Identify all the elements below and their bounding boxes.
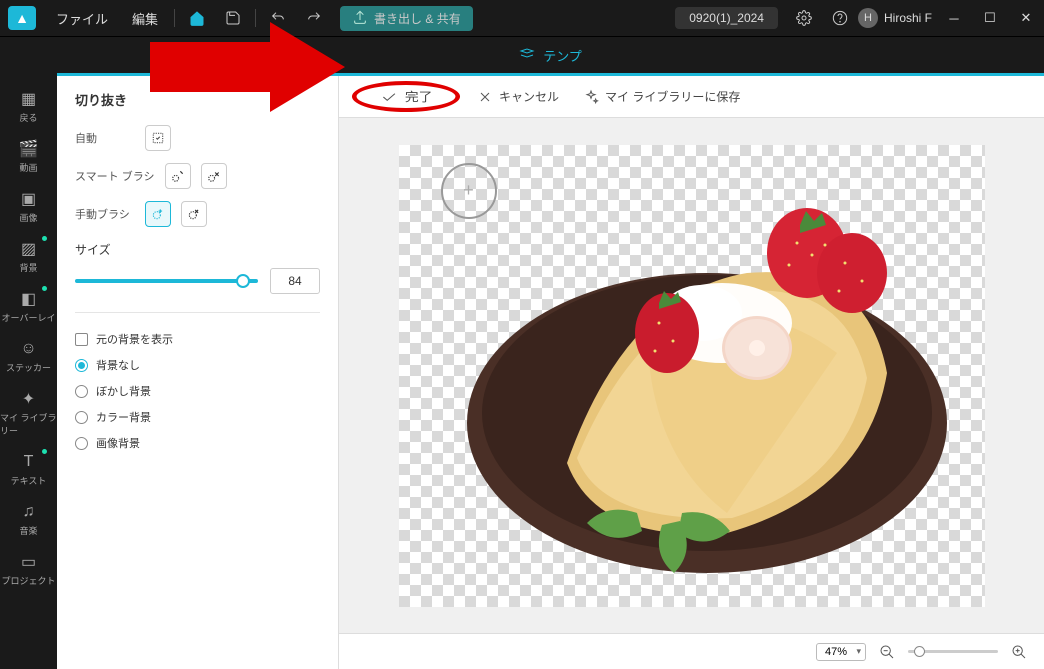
radio-icon [75,385,88,398]
save-to-library-button[interactable]: マイ ライブラリーに保存 [583,88,740,105]
rail-overlay[interactable]: ◧オーバーレイ [0,282,57,332]
rail-project[interactable]: ▭プロジェクト [0,545,57,595]
redo-icon[interactable] [296,0,332,36]
opt-blur-bg[interactable]: ぼかし背景 [75,383,320,399]
divider [75,312,320,313]
export-button[interactable]: 書き出し & 共有 [340,6,473,31]
help-icon[interactable] [822,0,858,36]
minimize-icon[interactable]: ─ [936,0,972,36]
rail-back[interactable]: ▦戻る [0,82,57,132]
sparkle-icon: ✦ [20,390,38,408]
opt-color-bg[interactable]: カラー背景 [75,409,320,425]
canvas-viewport[interactable]: + [339,118,1044,633]
close-icon [477,89,493,105]
rail-video[interactable]: 🎬動画 [0,132,57,182]
save-icon[interactable] [215,0,251,36]
undo-icon[interactable] [260,0,296,36]
check-icon [380,89,398,105]
zoom-select[interactable]: 47% [816,643,866,661]
avatar: H [858,8,878,28]
rail-library[interactable]: ✦マイ ライブラリー [0,382,57,445]
document-name[interactable]: 0920(1)_2024 [675,7,778,29]
canvas-toolbar: 完了 キャンセル マイ ライブラリーに保存 [339,76,1044,118]
opt-image-bg[interactable]: 画像背景 [75,435,320,451]
opt-no-bg[interactable]: 背景なし [75,357,320,373]
maximize-icon[interactable]: ☐ [972,0,1008,36]
user-menu[interactable]: H Hiroshi F [858,8,932,28]
size-label: サイズ [75,243,111,257]
canvas-checkerboard: + [399,145,985,607]
auto-cutout-button[interactable] [145,125,171,151]
video-icon: 🎬 [20,140,38,158]
divider [174,9,175,27]
rail-background[interactable]: ▨背景 [0,232,57,282]
smart-brush-remove[interactable] [201,163,227,189]
auto-label: 自動 [75,130,135,146]
opt-show-original[interactable]: 元の背景を表示 [75,331,320,347]
sparkle-icon [583,89,599,105]
radio-icon [75,411,88,424]
manual-brush-add[interactable] [145,201,171,227]
rail-image[interactable]: ▣画像 [0,182,57,232]
zoom-out-icon[interactable] [876,641,898,663]
user-name: Hiroshi F [884,11,932,25]
rail-music[interactable]: ♫音楽 [0,495,57,545]
zoom-slider[interactable] [908,650,998,653]
text-icon: T [20,453,38,471]
tab-template-label: テンプ [543,46,582,65]
grid-icon: ▦ [20,90,38,108]
settings-icon[interactable] [786,0,822,36]
sticker-icon: ☺ [20,340,38,358]
cutout-image [447,173,957,583]
home-icon[interactable] [179,0,215,36]
manual-brush-label: 手動ブラシ [75,206,135,222]
divider [255,9,256,27]
rail-sticker[interactable]: ☺ステッカー [0,332,57,382]
export-label: 書き出し & 共有 [374,10,461,27]
size-slider[interactable] [75,279,258,283]
size-value[interactable]: 84 [270,268,320,294]
menu-edit[interactable]: 編集 [120,9,170,28]
cancel-button[interactable]: キャンセル [477,88,559,105]
smart-brush-label: スマート ブラシ [75,168,155,184]
music-icon: ♫ [20,503,38,521]
radio-icon [75,437,88,450]
image-icon: ▣ [20,190,38,208]
bg-icon: ▨ [20,240,38,258]
checkbox-icon [75,333,88,346]
rail-text[interactable]: Tテキスト [0,445,57,495]
overlay-icon: ◧ [20,290,38,308]
radio-icon [75,359,88,372]
panel-title: 切り抜き [75,90,320,109]
smart-brush-add[interactable] [165,163,191,189]
close-icon[interactable]: ✕ [1008,0,1044,36]
left-rail: ▦戻る 🎬動画 ▣画像 ▨背景 ◧オーバーレイ ☺ステッカー ✦マイ ライブラリ… [0,76,57,669]
manual-brush-remove[interactable] [181,201,207,227]
tab-template[interactable]: テンプ [57,37,1044,76]
app-logo[interactable]: ▲ [8,6,36,30]
menu-file[interactable]: ファイル [44,9,120,28]
cutout-panel: 切り抜き 自動 スマート ブラシ 手動ブラシ サイズ 84 元の背景を表示 背景… [57,76,339,669]
zoom-in-icon[interactable] [1008,641,1030,663]
done-button[interactable]: 完了 [359,81,453,112]
project-icon: ▭ [20,553,38,571]
canvas-footer: 47% [339,633,1044,669]
